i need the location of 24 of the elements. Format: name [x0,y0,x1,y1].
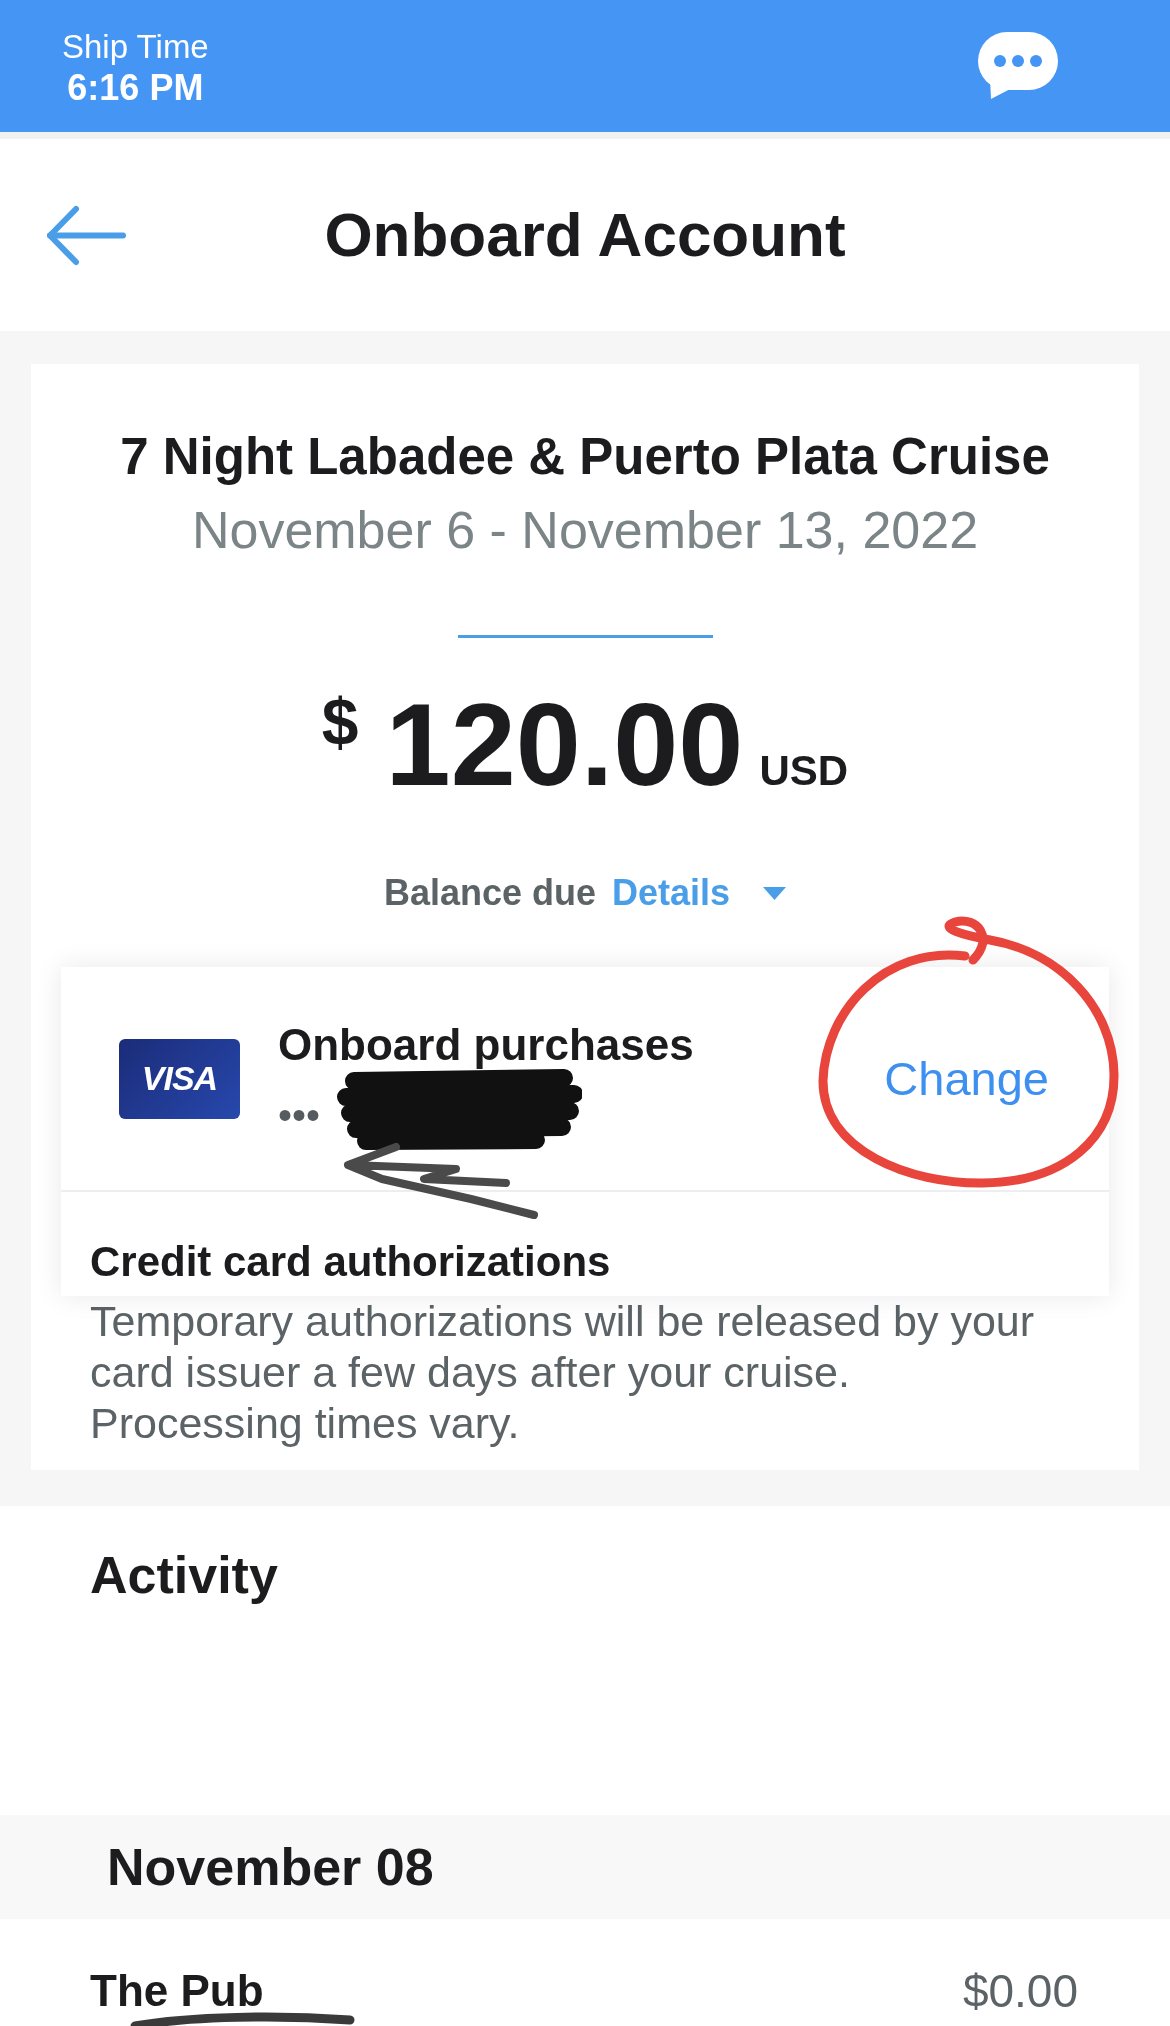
payment-label: Onboard purchases [278,1020,694,1070]
details-link[interactable]: Details [612,871,731,915]
authorizations-note: Temporary authorizations will be released by your card issuer a few days after your cruise. Processing times vary. [90,1296,1036,1449]
masked-card-number: ••• [278,1093,320,1137]
chat-icon[interactable] [978,32,1058,99]
balance-due-label: Balance due [383,871,596,915]
activity-title: Activity [90,1547,279,1603]
currency-code: USD [759,750,849,792]
transaction-amount: $0.00 [962,1971,1078,2011]
cruise-name: 7 Night Labadee & Puerto Plata Cruise [120,429,1050,485]
currency-symbol: $ [321,689,359,755]
caret-icon[interactable] [763,886,787,900]
merchant-name: The Pub [90,1971,264,2011]
activity-row[interactable]: The Pub $0.00 [0,1919,1170,2026]
date-header: November 08 [107,1837,434,1897]
back-icon[interactable] [46,204,127,266]
authorizations-title: Credit card authorizations [89,1237,612,1287]
card-brand-logo: VISA [119,1038,240,1119]
cruise-dates: November 6 - November 13, 2022 [191,502,979,558]
balance-amount: 120.00 [385,686,744,803]
ship-time: 6:16 PM [67,67,204,109]
change-button[interactable]: Change [884,1050,1049,1107]
page-title: Onboard Account [324,199,846,271]
ship-time-label: Ship Time [62,27,209,67]
